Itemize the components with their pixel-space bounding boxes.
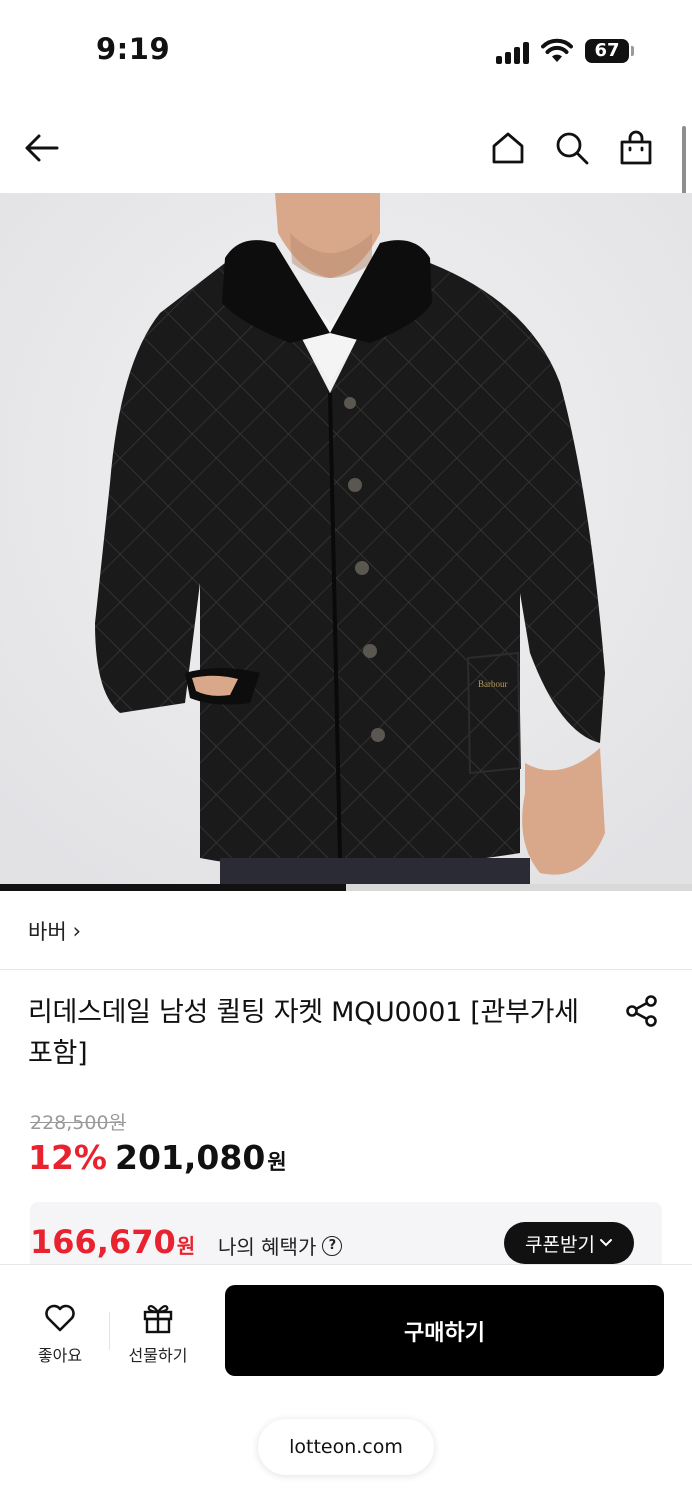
svg-text:Barbour: Barbour bbox=[478, 679, 508, 689]
benefit-label: 나의 혜택가 ? bbox=[218, 1231, 343, 1260]
carousel-progress-fill bbox=[0, 884, 346, 891]
heart-icon bbox=[45, 1304, 75, 1332]
shopping-bag-icon bbox=[620, 130, 652, 165]
home-icon bbox=[492, 132, 524, 164]
like-button[interactable]: 좋아요 bbox=[22, 1300, 98, 1366]
sale-price-unit: 원 bbox=[267, 1150, 287, 1174]
sale-price: 201,080 bbox=[115, 1138, 266, 1177]
chevron-down-icon bbox=[599, 1239, 612, 1247]
discount-rate: 12% bbox=[28, 1138, 107, 1177]
product-title: 리데스데일 남성 퀼팅 자켓 MQU0001 [관부가세 포함] bbox=[28, 997, 579, 1069]
battery-indicator: 67 bbox=[585, 39, 629, 63]
product-photo: Barbour bbox=[0, 193, 692, 891]
product-image-carousel[interactable]: Barbour bbox=[0, 193, 692, 891]
home-button[interactable] bbox=[488, 128, 528, 168]
like-label: 좋아요 bbox=[37, 1346, 83, 1365]
top-nav bbox=[0, 110, 692, 190]
search-button[interactable] bbox=[552, 128, 592, 168]
arrow-left-icon bbox=[25, 134, 59, 162]
coupon-button-label: 쿠폰받기 bbox=[525, 1233, 595, 1256]
sale-price-row: 12% 201,080 원 bbox=[28, 1138, 287, 1177]
share-icon bbox=[626, 995, 657, 1027]
brand-name: 바버 bbox=[28, 919, 67, 944]
benefit-price-unit: 원 bbox=[176, 1234, 196, 1258]
gift-icon bbox=[143, 1305, 173, 1334]
coupon-button[interactable]: 쿠폰받기 bbox=[504, 1222, 634, 1264]
cellular-signal-icon bbox=[496, 42, 532, 64]
bottom-bar-divider bbox=[109, 1312, 110, 1350]
brand-link[interactable]: 바버 › bbox=[0, 892, 692, 970]
benefit-price: 166,670 원 bbox=[30, 1223, 195, 1261]
chevron-right-icon: › bbox=[72, 918, 82, 943]
cart-button[interactable] bbox=[616, 128, 656, 168]
buy-button[interactable]: 구매하기 bbox=[225, 1285, 664, 1376]
search-icon bbox=[556, 132, 589, 165]
gift-button[interactable]: 선물하기 bbox=[118, 1300, 198, 1366]
wifi-icon bbox=[541, 38, 573, 64]
status-bar: 9:19 67 bbox=[0, 0, 692, 100]
benefit-label-text: 나의 혜택가 bbox=[218, 1235, 317, 1259]
help-icon[interactable]: ? bbox=[322, 1235, 343, 1256]
original-price: 228,500원 bbox=[30, 1112, 127, 1134]
browser-url-bar[interactable]: lotteon.com bbox=[258, 1419, 434, 1475]
gift-label: 선물하기 bbox=[128, 1346, 188, 1365]
share-button[interactable] bbox=[622, 991, 662, 1031]
battery-cap bbox=[631, 46, 634, 56]
benefit-price-value: 166,670 bbox=[30, 1223, 176, 1261]
status-time: 9:19 bbox=[96, 32, 171, 66]
back-button[interactable] bbox=[22, 128, 62, 168]
